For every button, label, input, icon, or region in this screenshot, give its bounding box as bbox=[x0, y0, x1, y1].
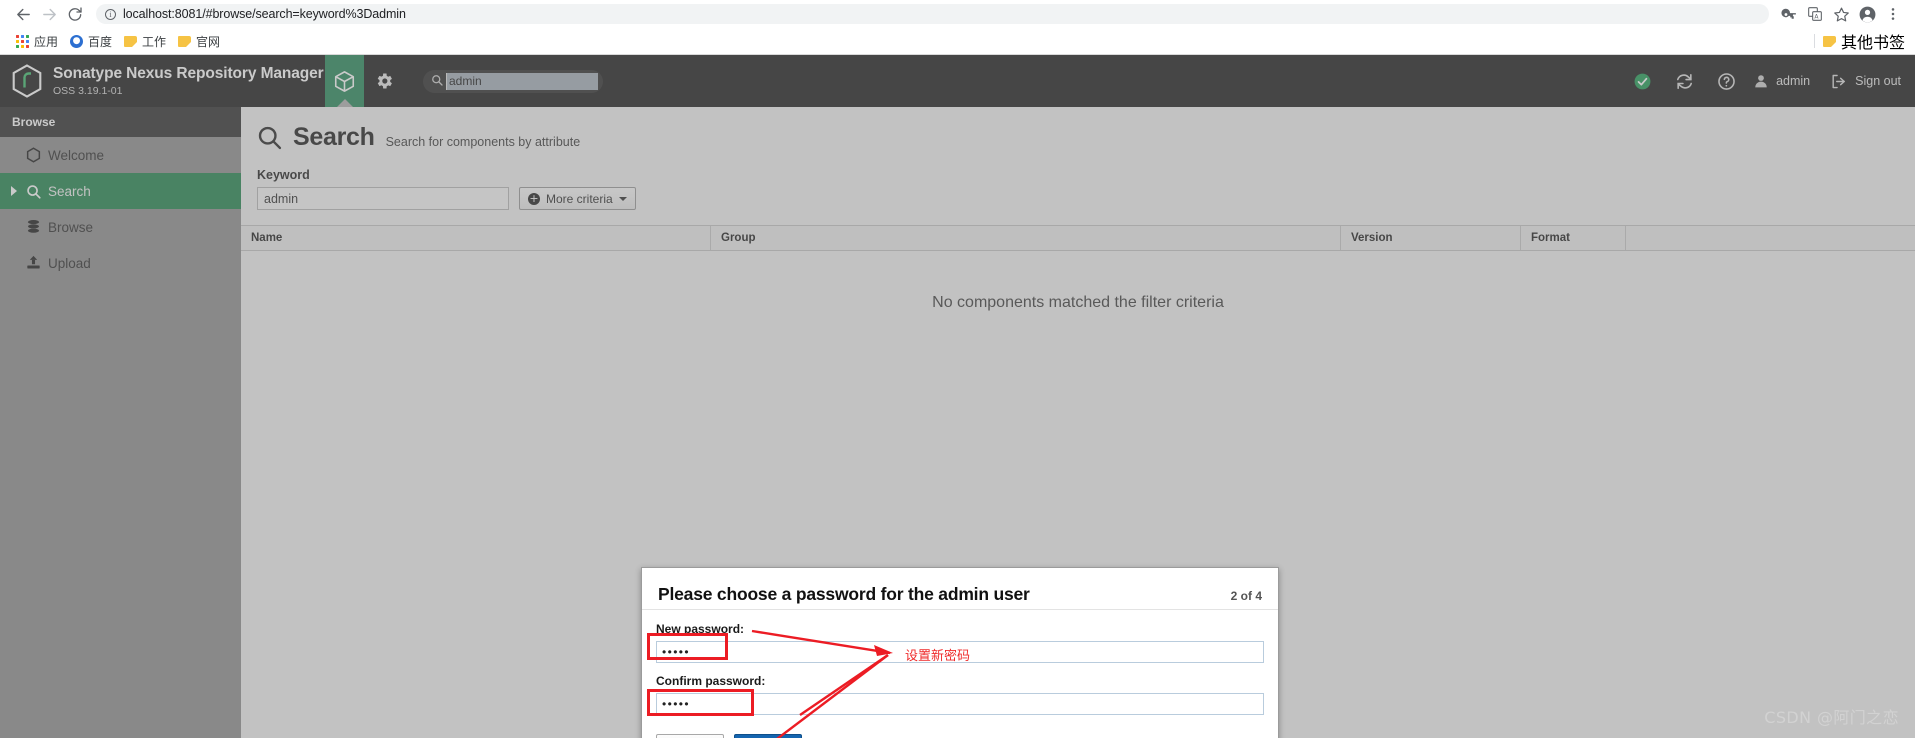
folder-icon bbox=[1822, 35, 1836, 47]
bookmarks-bar: 应用 ● 百度 工作 官网 其他书签 bbox=[0, 28, 1915, 54]
omnibox[interactable]: i localhost:8081/#browse/search=keyword%… bbox=[96, 4, 1769, 24]
search-icon bbox=[257, 125, 282, 150]
column-header-version[interactable]: Version bbox=[1341, 226, 1521, 250]
profile-icon[interactable] bbox=[1855, 2, 1879, 26]
upload-icon bbox=[26, 255, 48, 271]
sidebar-item-label: Browse bbox=[48, 219, 94, 235]
more-criteria-button[interactable]: + More criteria bbox=[519, 187, 636, 210]
apps-grid-icon bbox=[16, 34, 29, 48]
column-header-format[interactable]: Format bbox=[1521, 226, 1626, 250]
plus-icon: + bbox=[528, 191, 540, 205]
nexus-app: Sonatype Nexus Repository Manager OSS 3.… bbox=[0, 55, 1915, 738]
header-right-actions: admin Sign out bbox=[1621, 55, 1915, 107]
more-criteria-label: More criteria bbox=[546, 191, 613, 206]
header-search-input[interactable]: admin bbox=[446, 72, 598, 90]
bookmark-apps[interactable]: 应用 bbox=[10, 31, 64, 51]
forward-button[interactable] bbox=[36, 1, 62, 27]
sign-out-button[interactable]: Sign out bbox=[1822, 55, 1901, 107]
dialog-step-indicator: 2 of 4 bbox=[1230, 589, 1262, 603]
page-subtitle: Search for components by attribute bbox=[385, 134, 581, 149]
brand[interactable]: Sonatype Nexus Repository Manager OSS 3.… bbox=[0, 55, 325, 107]
sign-out-icon bbox=[1830, 73, 1847, 90]
site-info-icon[interactable]: i bbox=[105, 8, 116, 20]
divider bbox=[1813, 34, 1815, 48]
bookmark-star-icon[interactable] bbox=[1829, 2, 1853, 26]
other-bookmarks-label: 其他书签 bbox=[1840, 35, 1905, 52]
brand-title: Sonatype Nexus Repository Manager bbox=[53, 65, 324, 83]
admin-settings-tab[interactable] bbox=[364, 55, 403, 107]
translate-icon[interactable]: A bbox=[1803, 2, 1827, 26]
avatar-icon bbox=[1753, 73, 1769, 89]
password-setup-dialog: Please choose a password for the admin u… bbox=[641, 567, 1279, 738]
sidebar: Browse Welcome Search Browse Upload bbox=[0, 107, 241, 738]
dialog-actions: Back Next bbox=[642, 732, 1278, 738]
reload-button[interactable] bbox=[62, 1, 88, 27]
sidebar-item-label: Welcome bbox=[48, 147, 105, 163]
bookmark-work-folder[interactable]: 工作 bbox=[118, 31, 172, 51]
keyword-label: Keyword bbox=[257, 168, 310, 182]
keyword-input[interactable] bbox=[257, 187, 509, 210]
folder-icon bbox=[124, 35, 138, 47]
column-header-name[interactable]: Name bbox=[241, 226, 711, 250]
sidebar-section-title: Browse bbox=[0, 107, 241, 137]
sidebar-item-label: Search bbox=[48, 183, 91, 199]
column-header-group[interactable]: Group bbox=[711, 226, 1341, 250]
browser-chrome: i localhost:8081/#browse/search=keyword%… bbox=[0, 0, 1915, 55]
sidebar-item-browse[interactable]: Browse bbox=[0, 209, 241, 245]
back-button[interactable]: Back bbox=[656, 734, 724, 738]
back-button[interactable] bbox=[10, 1, 36, 27]
browser-toolbar: i localhost:8081/#browse/search=keyword%… bbox=[0, 0, 1915, 28]
nexus-logo-icon bbox=[12, 64, 42, 98]
status-ok-icon[interactable] bbox=[1621, 55, 1663, 107]
bookmark-label: 工作 bbox=[142, 34, 167, 49]
components-grid: Name Group Version Format No components … bbox=[241, 225, 1915, 312]
chrome-menu-icon[interactable] bbox=[1881, 2, 1905, 26]
filter-row: + More criteria bbox=[257, 187, 1915, 210]
brand-text: Sonatype Nexus Repository Manager OSS 3.… bbox=[53, 65, 324, 97]
bookmark-label: 官网 bbox=[196, 34, 221, 49]
refresh-icon[interactable] bbox=[1663, 55, 1705, 107]
sign-out-label: Sign out bbox=[1855, 74, 1901, 88]
hexagon-icon bbox=[26, 147, 48, 163]
confirm-password-input[interactable] bbox=[656, 693, 1264, 715]
password-key-icon[interactable] bbox=[1777, 2, 1801, 26]
chevron-down-icon bbox=[618, 196, 627, 201]
omnibox-url-text: localhost:8081/#browse/search=keyword%3D… bbox=[123, 7, 406, 21]
bookmark-baidu[interactable]: ● 百度 bbox=[64, 31, 118, 51]
new-password-label: New password: bbox=[656, 622, 745, 636]
nexus-header: Sonatype Nexus Repository Manager OSS 3.… bbox=[0, 55, 1915, 107]
sidebar-item-search[interactable]: Search bbox=[0, 173, 241, 209]
search-icon bbox=[431, 74, 443, 89]
other-bookmarks-button[interactable]: 其他书签 bbox=[1813, 28, 1905, 54]
empty-state-message: No components matched the filter criteri… bbox=[932, 294, 1224, 311]
new-password-input[interactable] bbox=[656, 641, 1264, 663]
bookmark-label: 百度 bbox=[88, 34, 113, 49]
help-icon[interactable] bbox=[1705, 55, 1747, 107]
sidebar-item-label: Upload bbox=[48, 255, 91, 271]
sidebar-item-welcome[interactable]: Welcome bbox=[0, 137, 241, 173]
bookmark-label: 应用 bbox=[34, 34, 59, 49]
search-icon bbox=[26, 184, 48, 199]
user-name-label: admin bbox=[1776, 74, 1811, 88]
confirm-password-label: Confirm password: bbox=[656, 674, 766, 688]
new-password-field-group: New password: bbox=[656, 622, 1264, 663]
next-button[interactable]: Next bbox=[734, 734, 802, 738]
database-icon bbox=[26, 219, 48, 235]
dialog-title: Please choose a password for the admin u… bbox=[658, 584, 1030, 604]
confirm-password-field-group: Confirm password: bbox=[656, 674, 1264, 715]
folder-icon bbox=[178, 35, 192, 47]
baidu-icon: ● bbox=[70, 34, 84, 48]
header-search-box[interactable]: admin bbox=[423, 69, 603, 93]
dialog-body: New password: Confirm password: bbox=[642, 610, 1278, 732]
dialog-header: Please choose a password for the admin u… bbox=[642, 568, 1278, 610]
grid-header-row: Name Group Version Format bbox=[241, 226, 1915, 251]
page-header: Search Search for components by attribut… bbox=[241, 107, 1915, 152]
sidebar-item-upload[interactable]: Upload bbox=[0, 245, 241, 281]
browse-tab[interactable] bbox=[325, 55, 364, 107]
brand-version: OSS 3.19.1-01 bbox=[53, 84, 123, 97]
current-user[interactable]: admin bbox=[1747, 55, 1822, 107]
bookmark-official-site-folder[interactable]: 官网 bbox=[172, 31, 226, 51]
page-title: Search bbox=[293, 123, 375, 151]
